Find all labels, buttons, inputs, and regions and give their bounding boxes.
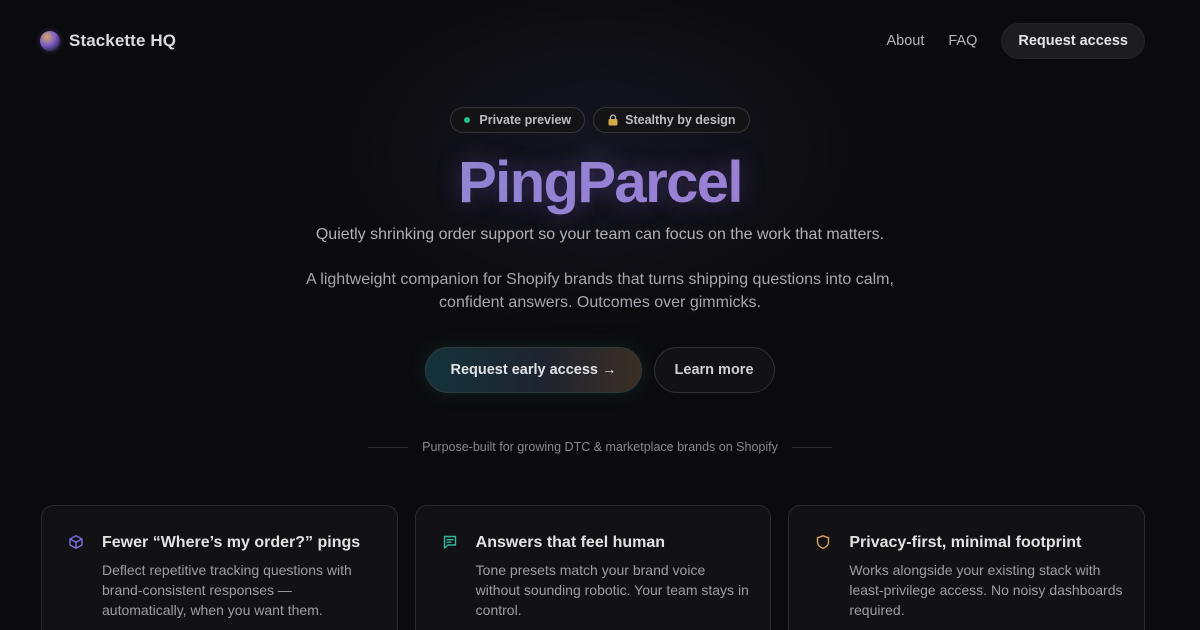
nav-link-faq[interactable]: FAQ [948, 33, 977, 49]
request-early-access-button[interactable]: Request early access → [425, 347, 642, 393]
request-access-button[interactable]: Request access [1001, 23, 1145, 59]
cube-icon [69, 535, 83, 549]
brand-name: Stackette HQ [69, 31, 177, 50]
status-dot-icon [464, 117, 471, 123]
stealthy-badge: Stealthy by design [593, 107, 750, 133]
top-nav: About FAQ Request access [886, 23, 1145, 59]
feature-text: Deflect repetitive tracking questions wi… [102, 562, 352, 618]
shield-icon [817, 535, 830, 550]
feature-text: Works alongside your existing stack with… [849, 562, 1123, 618]
feature-card-human-answers: Answers that feel human Tone presets mat… [414, 505, 772, 630]
badge-row: Private preview Stealthy by design [0, 107, 1200, 133]
brand-orb-icon [40, 31, 60, 51]
feature-title: Fewer “Where’s my order?” pings [102, 534, 361, 551]
nav-link-about[interactable]: About [886, 33, 924, 49]
audience-tagline: Purpose-built for growing DTC & marketpl… [422, 440, 778, 454]
lock-icon [608, 114, 618, 126]
private-preview-badge: Private preview [450, 107, 586, 133]
brand-logo[interactable]: Stackette HQ [40, 30, 176, 52]
learn-more-button[interactable]: Learn more [653, 347, 775, 393]
audience-divider: Purpose-built for growing DTC & marketpl… [0, 440, 1200, 454]
feature-text: Tone presets match your brand voice with… [475, 562, 749, 618]
private-preview-label: Private preview [479, 113, 572, 127]
hero-description: A lightweight companion for Shopify bran… [306, 271, 894, 311]
feature-card-privacy: Privacy-first, minimal footprint Works a… [788, 505, 1146, 630]
feature-cards: Fewer “Where’s my order?” pings Deflect … [41, 505, 1146, 630]
stealthy-label: Stealthy by design [625, 113, 736, 127]
hero-title: PingParcel [0, 148, 1200, 218]
feature-title: Privacy-first, minimal footprint [849, 534, 1082, 551]
feature-title: Answers that feel human [475, 534, 666, 551]
feature-card-fewer-pings: Fewer “Where’s my order?” pings Deflect … [41, 505, 398, 630]
cta-row: Request early access → Learn more [0, 347, 1200, 393]
site-header: Stackette HQ About FAQ Request access [0, 0, 1200, 82]
chat-icon [443, 535, 456, 549]
divider-line-left [368, 446, 409, 448]
divider-line-right [791, 446, 832, 448]
hero-subtitle: Quietly shrinking order support so your … [315, 226, 885, 243]
